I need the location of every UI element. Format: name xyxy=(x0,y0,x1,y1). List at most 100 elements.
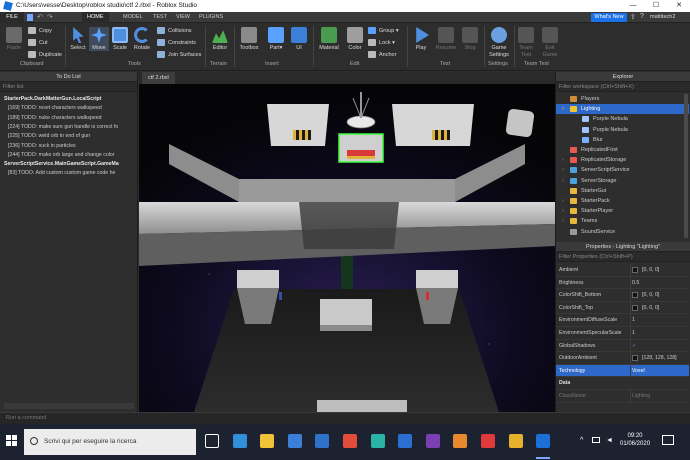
command-bar[interactable]: Run a command xyxy=(0,412,690,424)
color-swatch[interactable] xyxy=(632,304,638,311)
collisions-toggle[interactable]: Collisions xyxy=(157,27,192,34)
explorer-item[interactable]: › StarterPlayer xyxy=(556,206,689,216)
join-surfaces-toggle[interactable]: Join Surfaces xyxy=(157,51,201,58)
property-row[interactable]: Technology Voxel xyxy=(556,364,689,378)
property-value[interactable]: [128, 128, 128] xyxy=(642,352,677,365)
expand-chevron-icon[interactable]: › xyxy=(560,155,566,165)
copy-button[interactable]: Copy xyxy=(28,27,52,34)
explorer-item[interactable]: Blur xyxy=(556,135,689,145)
constraints-toggle[interactable]: Constraints xyxy=(157,39,196,46)
expand-chevron-icon[interactable]: › xyxy=(560,165,566,175)
taskbar-search[interactable]: Scrivi qui per eseguire la ricerca xyxy=(24,429,196,455)
property-value[interactable]: ✓ xyxy=(632,340,636,353)
stop-button[interactable]: Stop xyxy=(460,27,480,51)
explorer-item[interactable]: › ReplicatedStorage xyxy=(556,155,689,165)
scale-tool-button[interactable]: Scale xyxy=(110,27,130,51)
todo-item[interactable]: [189] TODO: nuke characters walkspeed xyxy=(8,115,134,121)
tab-test[interactable]: TEST xyxy=(148,12,172,23)
expand-chevron-icon[interactable]: › xyxy=(560,216,566,226)
explorer-item[interactable]: Purple Nebula xyxy=(556,114,689,124)
save-icon[interactable] xyxy=(27,14,33,21)
explorer-item[interactable]: ReplicatedFirst xyxy=(556,145,689,155)
file-menu[interactable]: FILE xyxy=(0,12,24,23)
3d-viewport[interactable] xyxy=(139,84,555,412)
expand-chevron-icon[interactable]: › xyxy=(560,176,566,186)
tab-model[interactable]: MODEL xyxy=(118,12,148,23)
edge-new-icon[interactable] xyxy=(370,434,385,448)
property-value[interactable]: 1 xyxy=(632,314,635,327)
explorer-item[interactable]: › StarterPack xyxy=(556,196,689,206)
chrome-icon[interactable] xyxy=(343,434,357,448)
roblox-icon[interactable] xyxy=(481,434,495,448)
whats-new-button[interactable]: What's New xyxy=(591,13,627,22)
edge-icon[interactable] xyxy=(232,434,247,448)
explorer-item[interactable]: › ServerStorage xyxy=(556,176,689,186)
property-row[interactable]: OutdoorAmbient [128, 128, 128] xyxy=(556,352,689,365)
collapse-chevron-icon[interactable]: ▾ xyxy=(560,104,566,114)
property-row[interactable]: Brightness 0.5 xyxy=(556,276,689,290)
store-icon[interactable] xyxy=(287,434,302,448)
property-value[interactable]: 1 xyxy=(632,327,635,340)
game-settings-button[interactable]: Game Settings xyxy=(487,27,511,59)
property-value[interactable]: [0, 0, 0] xyxy=(642,302,659,315)
duplicate-button[interactable]: Duplicate xyxy=(28,51,62,58)
cut-button[interactable]: Cut xyxy=(28,39,48,46)
close-button[interactable]: ✕ xyxy=(668,0,690,12)
undo-icon[interactable]: ↶ xyxy=(37,14,43,21)
color-swatch[interactable] xyxy=(632,267,638,273)
property-row[interactable]: EnvironmentSpecularScale 1 xyxy=(556,327,689,340)
expand-chevron-icon[interactable]: › xyxy=(560,196,566,206)
paste-button[interactable]: Paste xyxy=(4,27,24,51)
file-explorer-icon[interactable] xyxy=(260,434,275,448)
blender-icon[interactable] xyxy=(453,434,468,448)
sketch-icon[interactable] xyxy=(508,434,523,448)
tab-home[interactable]: HOME xyxy=(82,12,109,23)
taskbar-clock[interactable]: 09:20 01/06/2020 xyxy=(620,432,650,448)
explorer-item[interactable]: ▾ Lighting xyxy=(556,104,689,115)
explorer-item[interactable]: › Teams xyxy=(556,216,689,226)
rotate-tool-button[interactable]: Rotate xyxy=(131,27,153,51)
task-view-icon[interactable] xyxy=(205,434,219,448)
view-cube[interactable] xyxy=(505,108,535,138)
property-value[interactable]: 0.5 xyxy=(632,277,639,290)
property-row[interactable]: EnvironmentDiffuseScale 1 xyxy=(556,314,689,327)
explorer-scrollbar[interactable] xyxy=(684,94,688,238)
explorer-item[interactable]: StarterGui xyxy=(556,186,689,196)
ui-button[interactable]: UI xyxy=(290,27,308,51)
material-button[interactable]: Material xyxy=(316,27,342,51)
dropbox-icon[interactable] xyxy=(398,434,413,448)
property-row[interactable]: Ambient [0, 0, 0] xyxy=(556,264,689,277)
todo-item[interactable]: [169] TODO: reset characters walkspeed xyxy=(8,105,134,111)
network-icon[interactable] xyxy=(592,437,600,443)
toolbox-button[interactable]: Toolbox xyxy=(237,27,261,51)
resume-button[interactable]: Resume xyxy=(434,27,458,51)
property-row[interactable]: ClassName Lighting xyxy=(556,390,689,403)
anchor-button[interactable]: Anchor xyxy=(368,51,396,58)
lock-button[interactable]: Lock ▾ xyxy=(368,39,395,46)
document-tab[interactable]: ctf 2.rbxl xyxy=(142,72,175,84)
todo-script-group[interactable]: StarterPack.DarkMatterGun.LocalScript xyxy=(4,96,134,102)
property-value[interactable]: [0, 0, 0] xyxy=(642,264,659,277)
mail-icon[interactable] xyxy=(315,434,330,448)
windows-start-icon[interactable] xyxy=(6,435,18,447)
property-value[interactable]: [0, 0, 0] xyxy=(642,289,659,302)
property-row[interactable]: ColorShift_Top [0, 0, 0] xyxy=(556,301,689,315)
todo-item[interactable]: [236] TODO: suck in particles xyxy=(8,143,134,149)
todo-item[interactable]: [225] TODO: weld orb to end of gun xyxy=(8,133,134,139)
color-swatch[interactable] xyxy=(632,355,638,362)
color-button[interactable]: Color xyxy=(344,27,366,51)
todo-script-group[interactable]: ServerScriptService.MainGameScript.GameM… xyxy=(4,161,134,167)
todo-item[interactable]: [244] TODO: make orb large and change co… xyxy=(8,152,134,158)
command-input[interactable]: Run a command xyxy=(6,415,46,421)
property-value[interactable]: Voxel xyxy=(632,365,645,378)
todo-item[interactable]: [83] TODO: Add custom custom game code h… xyxy=(8,170,134,176)
team-test-button[interactable]: Team Test xyxy=(516,27,536,59)
volume-icon[interactable]: ◄ xyxy=(606,437,613,444)
notifications-icon[interactable] xyxy=(662,435,674,445)
properties-filter-input[interactable]: Filter Properties (Ctrl+Shift+P) xyxy=(556,252,690,262)
minimize-button[interactable]: — xyxy=(622,0,644,12)
explorer-item[interactable]: › ServerScriptService xyxy=(556,165,689,175)
group-button[interactable]: Group ▾ xyxy=(368,27,399,34)
help-icon[interactable]: ? xyxy=(640,13,644,20)
exit-game-button[interactable]: Exit Game xyxy=(540,27,560,59)
